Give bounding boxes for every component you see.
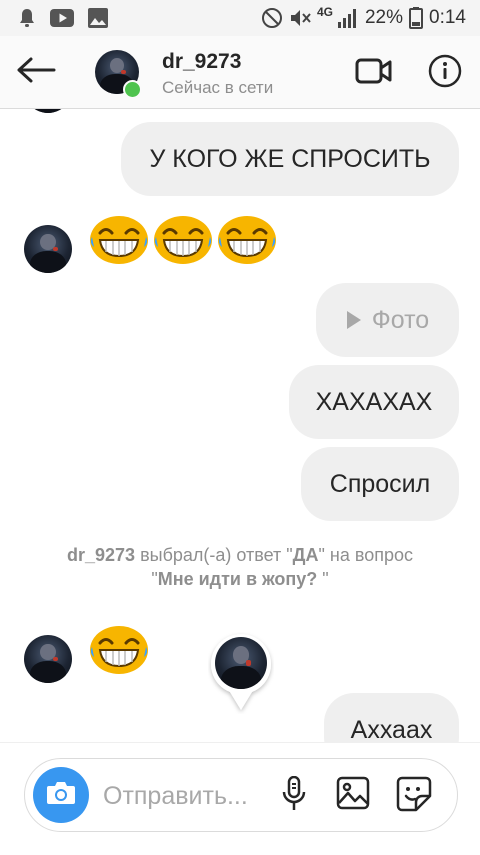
emoji-message[interactable] bbox=[88, 623, 150, 675]
message-thread[interactable]: У КОГО ЖЕ СПРОСИТЬ Фото ХАХАХАХ Спросил … bbox=[0, 109, 480, 742]
message-avatar bbox=[24, 225, 72, 273]
info-button[interactable] bbox=[426, 54, 464, 92]
laughing-emoji-icon bbox=[218, 216, 276, 264]
youtube-icon bbox=[50, 9, 74, 27]
seen-avatar bbox=[215, 637, 267, 689]
image-icon bbox=[336, 776, 370, 815]
message-bubble-outgoing[interactable]: Спросил bbox=[301, 447, 459, 521]
gallery-notification-icon bbox=[88, 8, 108, 28]
poll-question: Мне идти в жопу? bbox=[157, 569, 318, 589]
contact-status: Сейчас в сети bbox=[162, 78, 274, 97]
video-camera-icon bbox=[355, 57, 393, 90]
gallery-button[interactable] bbox=[335, 776, 371, 815]
online-indicator bbox=[123, 80, 142, 99]
network-type: 4G bbox=[316, 5, 333, 19]
contact-name[interactable]: dr_9273 bbox=[162, 50, 241, 74]
laughing-emoji-icon bbox=[154, 216, 212, 264]
clock: 0:14 bbox=[429, 7, 466, 28]
signal-icon bbox=[337, 8, 359, 28]
message-bubble-outgoing[interactable]: ХАХАХАХ bbox=[289, 365, 459, 439]
play-icon bbox=[346, 310, 362, 330]
message-bubble-outgoing[interactable]: Аххаах bbox=[324, 693, 459, 742]
sticker-icon bbox=[396, 776, 432, 817]
camera-button[interactable] bbox=[33, 767, 89, 823]
status-bar: 4G 22% 0:14 bbox=[0, 0, 480, 36]
emoji-message[interactable] bbox=[88, 213, 278, 265]
message-composer bbox=[24, 758, 458, 832]
message-input[interactable] bbox=[101, 777, 275, 815]
system-note-user: dr_9273 bbox=[67, 545, 136, 565]
composer-bar bbox=[0, 742, 480, 855]
mute-icon bbox=[289, 7, 311, 29]
do-not-disturb-icon bbox=[261, 7, 283, 29]
message-text: ХАХАХАХ bbox=[315, 387, 433, 416]
voice-message-button[interactable] bbox=[277, 775, 311, 817]
laughing-emoji-icon bbox=[90, 626, 148, 674]
video-call-button[interactable] bbox=[354, 56, 394, 90]
sticker-button[interactable] bbox=[395, 776, 433, 817]
seen-indicator bbox=[208, 632, 274, 714]
message-text: Спросил bbox=[329, 469, 431, 498]
notification-bell-icon bbox=[18, 8, 36, 28]
info-icon bbox=[428, 54, 462, 93]
back-button[interactable] bbox=[14, 54, 58, 90]
camera-icon bbox=[46, 780, 76, 811]
message-avatar bbox=[24, 635, 72, 683]
laughing-emoji-icon bbox=[90, 216, 148, 264]
message-text: Аххаах bbox=[350, 715, 433, 743]
message-avatar bbox=[24, 109, 72, 113]
message-text: У КОГО ЖЕ СПРОСИТЬ bbox=[149, 144, 431, 173]
microphone-icon bbox=[282, 775, 306, 817]
message-bubble-outgoing[interactable]: У КОГО ЖЕ СПРОСИТЬ bbox=[121, 122, 459, 196]
battery-icon bbox=[409, 7, 424, 29]
arrow-left-icon bbox=[16, 56, 56, 89]
battery-percent: 22% bbox=[364, 7, 404, 28]
poll-answer-note: dr_9273 выбрал(-а) ответ "ДА" на вопрос … bbox=[67, 545, 413, 589]
photo-label: Фото bbox=[371, 305, 430, 334]
photo-message-bubble[interactable]: Фото bbox=[316, 283, 459, 357]
